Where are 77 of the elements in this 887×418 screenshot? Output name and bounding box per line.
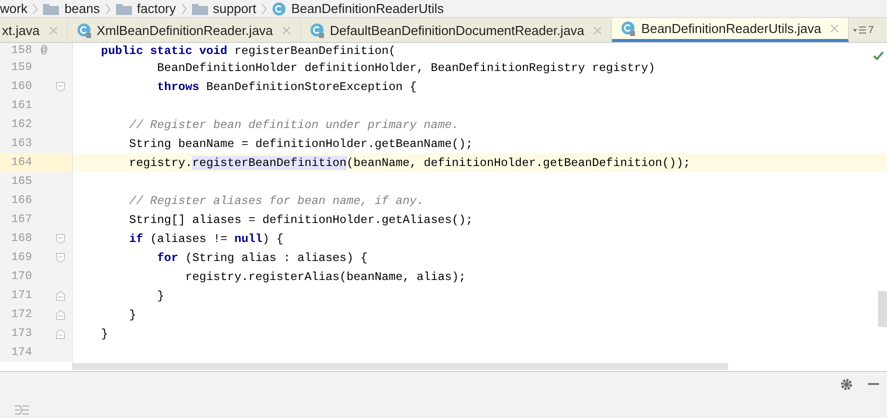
fold-icon[interactable]	[56, 328, 65, 338]
folder-icon	[192, 2, 208, 14]
annotation-marker: @	[40, 44, 48, 56]
breadcrumb-item[interactable]: factory	[136, 1, 176, 16]
class-icon	[621, 21, 636, 36]
code-text: String beanName = definitionHolder.getBeanName();	[128, 136, 473, 150]
keyword: null	[234, 232, 262, 246]
fold-icon[interactable]	[56, 82, 65, 92]
fold-icon[interactable]	[56, 252, 65, 262]
list-icon	[853, 25, 868, 35]
minimize-icon[interactable]	[868, 383, 879, 386]
keyword: for	[156, 250, 180, 264]
line-number: 173	[10, 327, 32, 340]
line-number: 158	[10, 44, 32, 57]
class-icon	[272, 2, 286, 16]
folder-icon	[43, 2, 60, 14]
settings-icon[interactable]	[840, 378, 853, 391]
code-text: registry.	[128, 156, 192, 170]
code-text: registerBeanDefinition(	[234, 44, 396, 58]
keyword: throws	[156, 80, 200, 94]
horizontal-scrollbar[interactable]	[72, 363, 728, 370]
close-icon[interactable]	[282, 26, 291, 34]
vertical-scrollbar[interactable]	[878, 291, 887, 327]
line-number: 166	[10, 194, 32, 207]
folder-icon	[116, 2, 132, 14]
code-text: (aliases !=	[150, 232, 228, 246]
line-number: 160	[10, 80, 32, 93]
breadcrumb-item[interactable]: work	[0, 1, 28, 16]
chevron-icon	[261, 2, 268, 14]
keyword: public static void	[100, 44, 228, 58]
chevron-icon	[180, 2, 187, 14]
code-text: (beanName, definitionHolder.getBeanDefinition());	[346, 156, 690, 170]
class-icon	[310, 22, 325, 38]
line-number: 164	[10, 156, 32, 169]
code-text: }	[128, 308, 136, 322]
fold-icon[interactable]	[56, 310, 65, 320]
line-number: 170	[10, 270, 32, 283]
line-number: 168	[10, 232, 32, 245]
code-text: }	[100, 326, 108, 340]
structure-icon[interactable]	[15, 404, 29, 416]
code-text: String[] aliases = definitionHolder.getAliases();	[128, 212, 473, 226]
line-number: 163	[10, 137, 32, 150]
close-icon[interactable]	[830, 24, 840, 33]
line-number: 161	[10, 99, 32, 112]
code-text: }	[156, 288, 164, 302]
highlighted-usage: registerBeanDefinition	[192, 156, 347, 170]
code-text: BeanDefinitionHolder definitionHolder, BeanDefinitionRegistry registry)	[156, 60, 656, 74]
breadcrumb-item[interactable]: BeanDefinitionReaderUtils	[291, 1, 444, 16]
close-icon[interactable]	[48, 26, 58, 34]
breadcrumb-item[interactable]: beans	[64, 1, 100, 16]
class-icon	[76, 22, 92, 38]
editor-tab[interactable]: xt.java	[0, 18, 68, 42]
fold-icon[interactable]	[56, 290, 65, 300]
line-number: 159	[10, 61, 32, 74]
line-number: 172	[10, 308, 32, 321]
chevron-icon	[32, 2, 38, 14]
code-comment: // Register bean definition under primary name.	[128, 118, 459, 132]
keyword: if	[128, 232, 144, 246]
line-number: 167	[10, 213, 32, 226]
close-icon[interactable]	[593, 26, 602, 34]
chevron-icon	[104, 2, 111, 14]
code-comment: // Register aliases for bean name, if any.	[128, 194, 424, 208]
line-number: 169	[10, 251, 32, 264]
code-text: BeanDefinitionStoreException {	[206, 80, 417, 94]
line-number: 171	[10, 289, 32, 302]
breadcrumb-item[interactable]: support	[212, 1, 256, 16]
line-number: 165	[10, 175, 32, 188]
code-text: (String alias : aliases) {	[185, 250, 368, 264]
line-number: 162	[10, 118, 32, 131]
check-icon	[873, 51, 884, 60]
editor-tab[interactable]: XmlBeanDefinitionReader.java	[68, 18, 301, 42]
editor-tab[interactable]: BeanDefinitionReaderUtils.java	[612, 18, 850, 42]
tab-overflow-button[interactable]: 7	[849, 18, 878, 42]
fold-icon[interactable]	[56, 234, 65, 244]
line-number: 174	[10, 346, 32, 359]
code-text: registry.registerAlias(beanName, alias);	[184, 270, 466, 284]
code-text: ) {	[262, 232, 284, 246]
